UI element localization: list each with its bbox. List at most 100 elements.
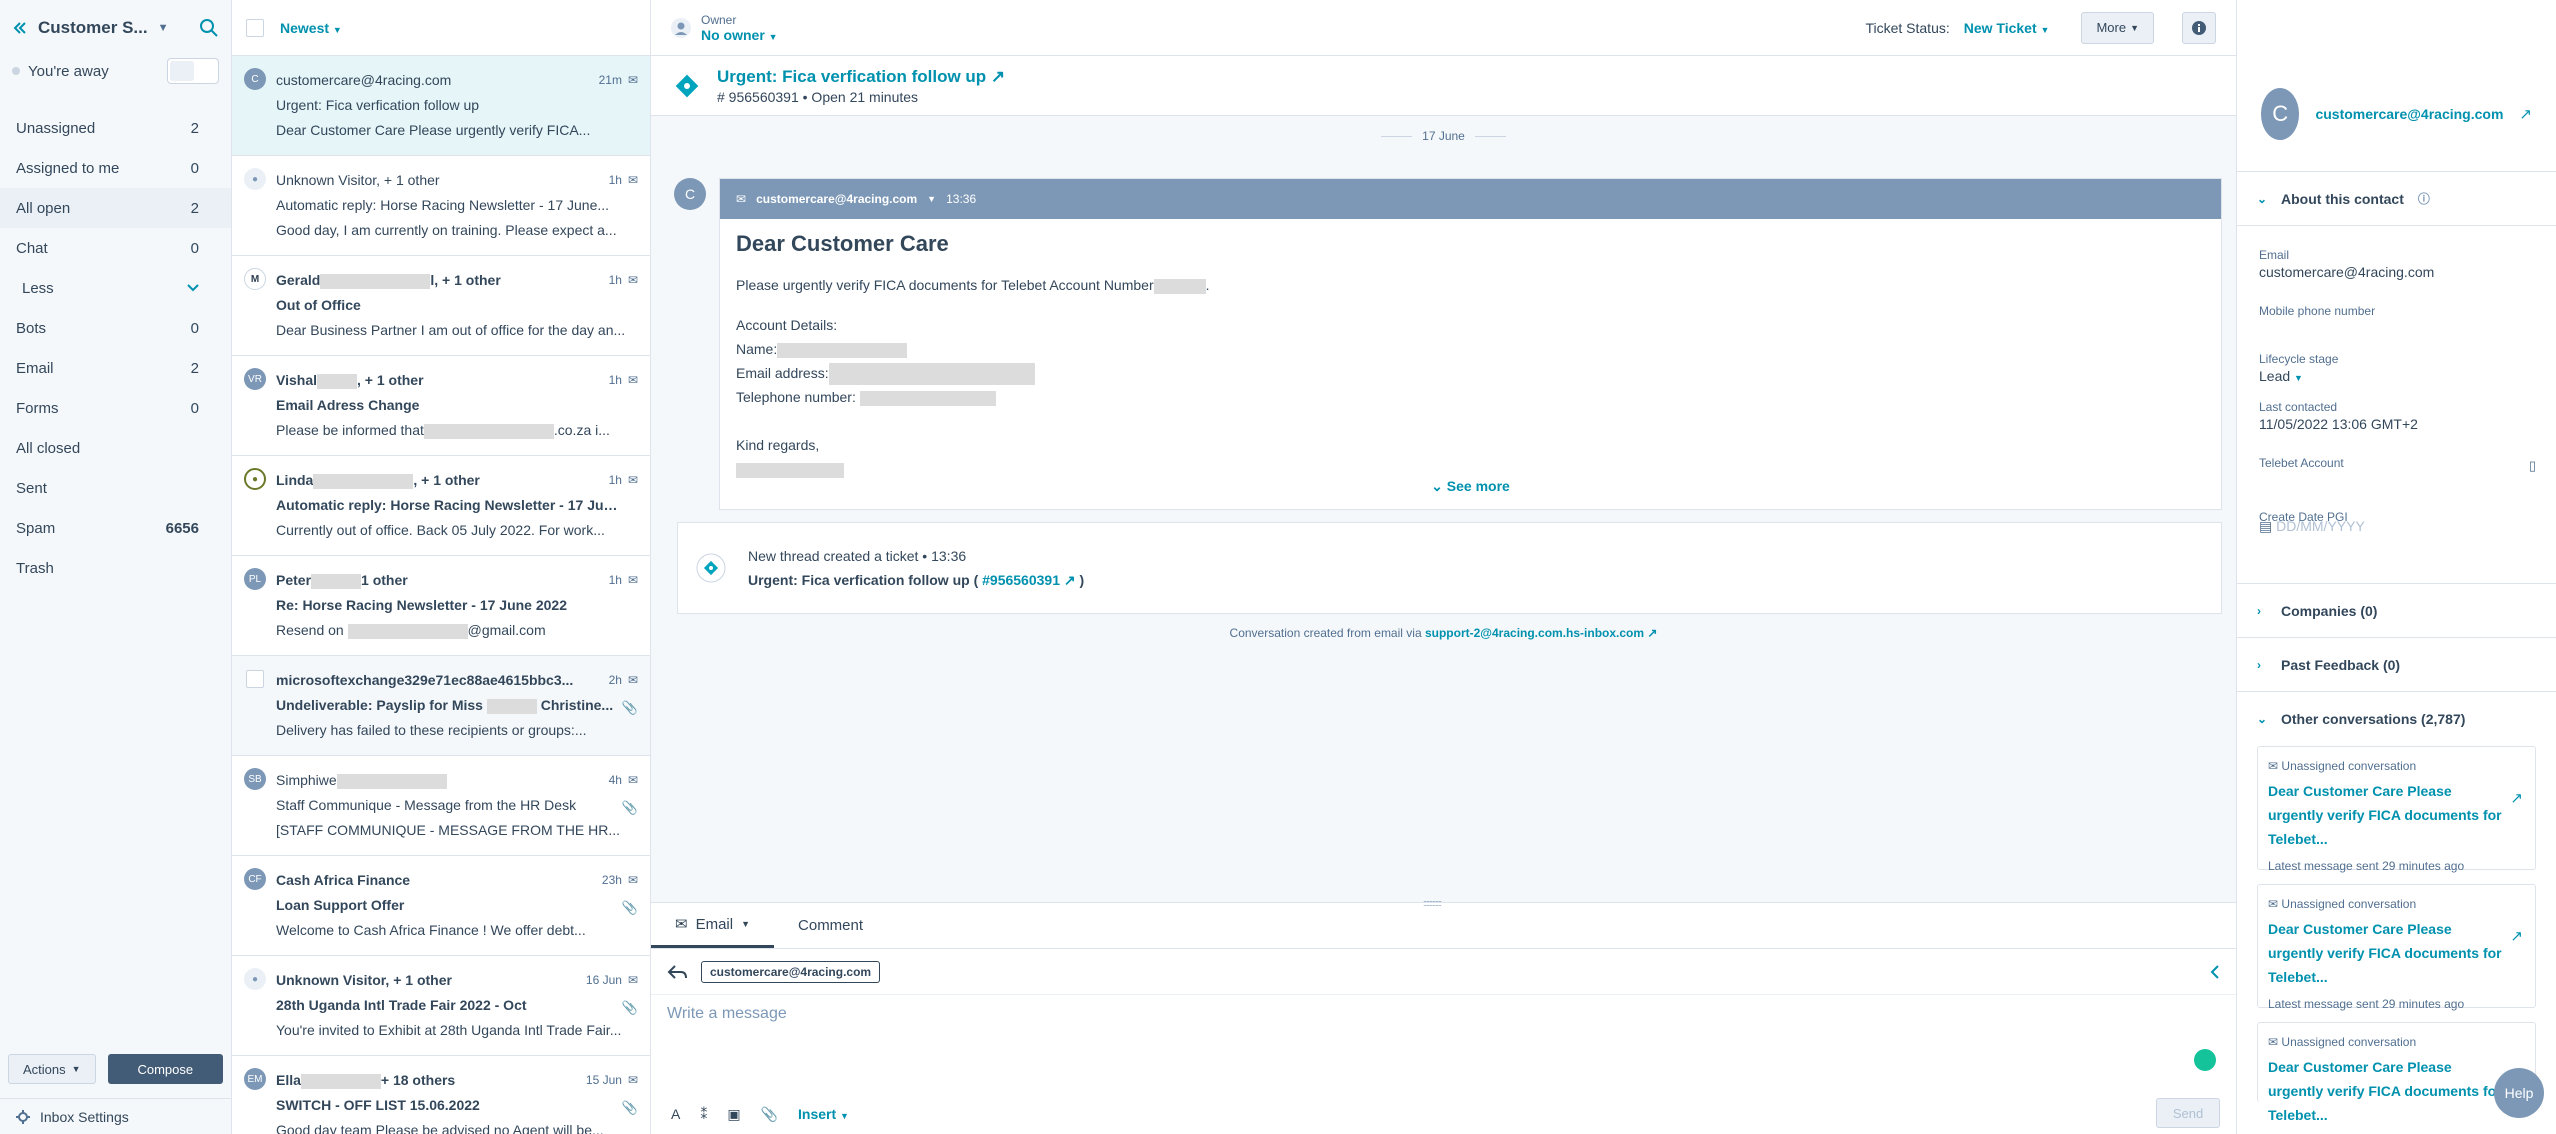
- conversation-item[interactable]: C customercare@4racing.com 21m ✉ Urgent: …: [232, 56, 650, 156]
- conversation-item[interactable]: PL Peter 1 other 1h ✉ Re: Horse Racing New…: [232, 556, 650, 656]
- other-conversations-toggle[interactable]: ⌄ Other conversations (2,787): [2237, 692, 2556, 746]
- preview-text: @gmail.com: [467, 622, 546, 638]
- send-button[interactable]: Send: [2156, 1098, 2220, 1128]
- nav-less-toggle[interactable]: Less: [0, 268, 231, 308]
- tab-email[interactable]: ✉ Email ▼: [651, 903, 775, 948]
- external-link-icon[interactable]: ↗: [2519, 105, 2532, 123]
- row-checkbox[interactable]: [246, 670, 264, 688]
- conversation-time: 1h ✉: [609, 168, 638, 193]
- other-conversation-card[interactable]: ✉ Unassigned conversation Dear Customer …: [2257, 884, 2536, 1011]
- nav-label: Chat: [16, 239, 48, 257]
- nav-trash[interactable]: Trash: [0, 548, 231, 588]
- recipient-chip[interactable]: customercare@4racing.com: [701, 960, 881, 983]
- ticket-id-link[interactable]: #956560391 ↗: [982, 572, 1076, 588]
- ticket-status-dropdown[interactable]: New Ticket ▼: [1964, 20, 2050, 36]
- collapse-icon[interactable]: [12, 20, 28, 36]
- image-icon[interactable]: ▣: [727, 1106, 740, 1123]
- nav-sent[interactable]: Sent: [0, 468, 231, 508]
- chevron-down-icon[interactable]: ▼: [158, 22, 169, 34]
- owner-selector[interactable]: Owner No owner ▼: [671, 13, 778, 43]
- lifecycle-dropdown[interactable]: Lead ▼: [2259, 368, 2536, 384]
- nav-assigned-to-me[interactable]: Assigned to me 0: [0, 148, 231, 188]
- envelope-icon: ✉: [627, 373, 638, 387]
- conversation-title[interactable]: Dear Customer Care Please urgently verif…: [2268, 1055, 2525, 1127]
- search-icon[interactable]: [199, 18, 219, 38]
- feedback-section-toggle[interactable]: › Past Feedback (0): [2237, 638, 2556, 692]
- ticket-title-link[interactable]: Urgent: Fica verfication follow up ↗: [717, 67, 1005, 87]
- inbox-settings-link[interactable]: Inbox Settings: [0, 1098, 231, 1134]
- external-link-icon[interactable]: ↗: [2510, 789, 2523, 807]
- insert-dropdown[interactable]: Insert ▼: [798, 1106, 849, 1122]
- nav-email[interactable]: Email 2: [0, 348, 231, 388]
- time-label: 1h: [608, 573, 622, 587]
- nav-label: Email: [16, 359, 54, 377]
- conversation-item[interactable]: EM Ella + 18 others 15 Jun ✉ SWITCH - OFF …: [232, 1056, 650, 1134]
- external-link-icon[interactable]: ↗: [2510, 927, 2523, 945]
- nav-label: All open: [16, 199, 71, 217]
- reply-icon[interactable]: [667, 964, 687, 980]
- snippet-icon[interactable]: ⁑: [700, 1106, 707, 1123]
- contact-email-link[interactable]: customercare@4racing.com: [2315, 106, 2503, 122]
- property-mobile[interactable]: Mobile phone number: [2259, 304, 2536, 318]
- attachment-icon: 📎: [621, 1100, 638, 1115]
- text-format-icon[interactable]: A: [671, 1106, 680, 1122]
- resize-handle[interactable]: ::::::::::::: [1423, 898, 1442, 908]
- conversation-item[interactable]: SB Simphiwe 4h ✉ Staff Communique - Messa…: [232, 756, 650, 856]
- envelope-icon: ✉: [627, 773, 638, 787]
- nav-all-open[interactable]: All open 2: [0, 188, 231, 228]
- info-icon[interactable]: [2182, 11, 2216, 44]
- nav-chat[interactable]: Chat 0: [0, 228, 231, 268]
- see-more-link[interactable]: ⌄ See more: [720, 478, 2221, 495]
- inbox-title[interactable]: Customer S...: [38, 18, 148, 38]
- email-detail-phone: Telephone number:: [736, 385, 2205, 409]
- select-all-checkbox[interactable]: [246, 18, 264, 37]
- availability-toggle[interactable]: [167, 58, 219, 84]
- date-input[interactable]: ▤ DD/MM/YYYY: [2259, 518, 2536, 535]
- about-section-toggle[interactable]: ⌄ About this contact ⓘ: [2237, 172, 2556, 226]
- attachment-icon[interactable]: 📎: [761, 1106, 778, 1123]
- avatar: SB: [244, 768, 266, 790]
- sort-dropdown[interactable]: Newest ▼: [280, 20, 342, 36]
- property-value[interactable]: customercare@4racing.com: [2259, 264, 2536, 280]
- compose-button[interactable]: Compose: [107, 1054, 223, 1084]
- latest-message: Latest message sent 29 minutes ago: [2268, 859, 2465, 873]
- conversation-preview: Dear Business Partner I am out of office…: [276, 322, 626, 338]
- nav-all-closed[interactable]: All closed: [0, 428, 231, 468]
- other-conversation-card[interactable]: ✉ Unassigned conversation Dear Customer …: [2257, 746, 2536, 873]
- expand-recipients-icon[interactable]: ▼: [927, 194, 936, 204]
- info-icon[interactable]: ⓘ: [2418, 190, 2430, 207]
- nav-bots[interactable]: Bots 0: [0, 308, 231, 348]
- gear-icon: [16, 1109, 30, 1124]
- collapse-icon[interactable]: [2210, 964, 2220, 979]
- conversation-item[interactable]: ● Unknown Visitor, + 1 other 16 Jun ✉ 28t…: [232, 956, 650, 1056]
- availability-status: You're away: [28, 62, 109, 80]
- nav-forms[interactable]: Forms 0: [0, 388, 231, 428]
- from-name: Gerald: [276, 272, 321, 288]
- envelope-icon: ✉: [2268, 897, 2279, 911]
- event-ticket-title: Urgent: Fica verfication follow up (: [748, 571, 979, 588]
- conversation-subject: Staff Communique - Message from the HR D…: [276, 797, 577, 813]
- inbox-address-link[interactable]: support-2@4racing.com.hs-inbox.com ↗: [1425, 626, 1657, 640]
- inbox-nav: Unassigned 2 Assigned to me 0 All open 2 Ch…: [0, 108, 231, 588]
- event-ticket: Urgent: Fica verfication follow up ( #95…: [748, 572, 1084, 589]
- message-input[interactable]: Write a message: [651, 995, 2236, 1065]
- help-button[interactable]: Help: [2494, 1068, 2544, 1118]
- conversation-item[interactable]: ● Unknown Visitor, + 1 other 1h ✉ Automat…: [232, 156, 650, 256]
- nav-unassigned[interactable]: Unassigned 2: [0, 108, 231, 148]
- actions-button[interactable]: Actions ▼: [8, 1054, 96, 1084]
- grammarly-icon[interactable]: [2194, 1049, 2216, 1071]
- conversation-title[interactable]: Dear Customer Care Please urgently verif…: [2268, 917, 2525, 989]
- conversation-from: Ella + 18 others: [276, 1068, 638, 1093]
- conversation-item[interactable]: M Gerald l, + 1 other 1h ✉ Out of Office D…: [232, 256, 650, 356]
- conversation-item[interactable]: VR Vishal , + 1 other 1h ✉ Email Adress Ch…: [232, 356, 650, 456]
- conversation-item[interactable]: CF Cash Africa Finance 23h ✉ Loan Support…: [232, 856, 650, 956]
- conversation-item[interactable]: ● Linda , + 1 other 1h ✉ Automatic reply: …: [232, 456, 650, 556]
- copy-icon[interactable]: ▯: [2529, 458, 2536, 474]
- tab-comment[interactable]: Comment: [774, 903, 887, 948]
- more-button[interactable]: More ▼: [2081, 11, 2154, 44]
- email-text: Please urgently verify FICA documents fo…: [736, 277, 1154, 293]
- companies-section-toggle[interactable]: › Companies (0): [2237, 584, 2556, 638]
- conversation-title[interactable]: Dear Customer Care Please urgently verif…: [2268, 779, 2525, 851]
- nav-spam[interactable]: Spam 6656: [0, 508, 231, 548]
- conversation-item[interactable]: microsoftexchange329e71ec88ae4615bbc3...…: [232, 656, 650, 756]
